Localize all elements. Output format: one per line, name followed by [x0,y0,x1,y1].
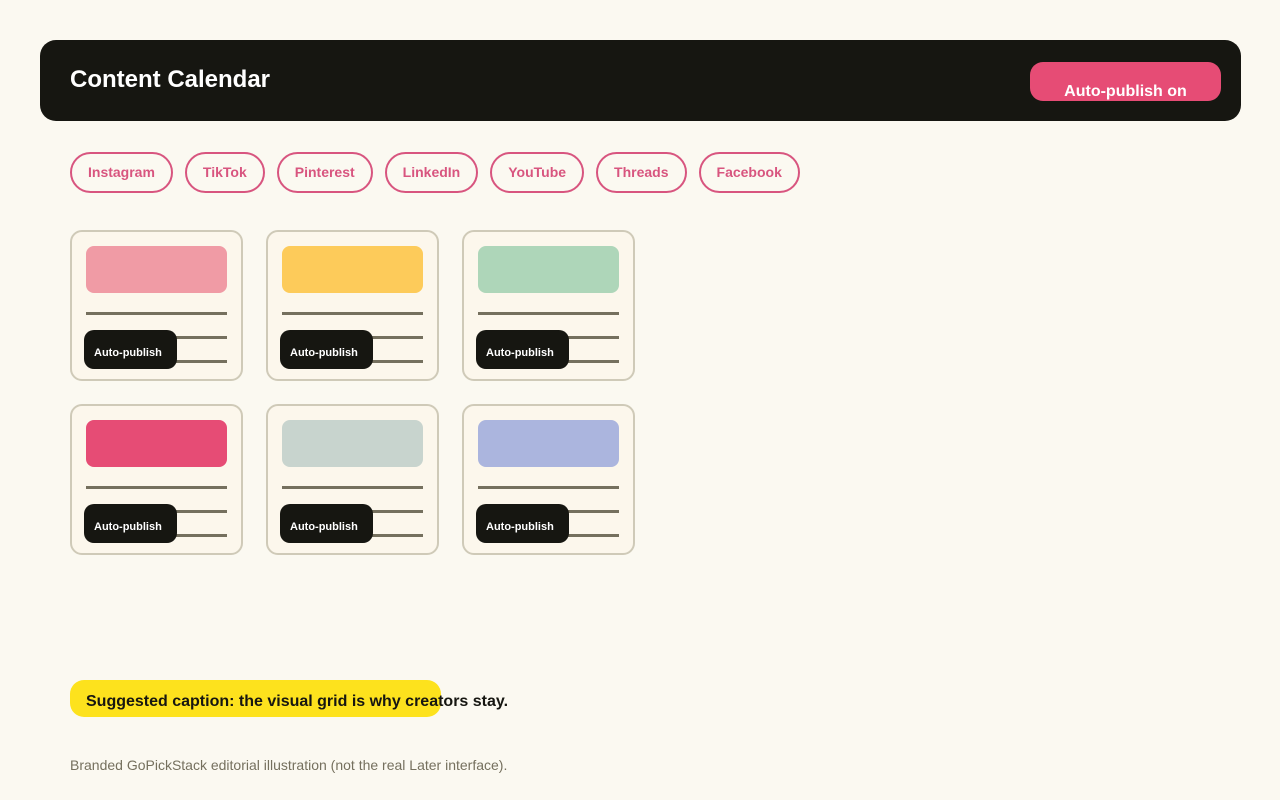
platform-chip-threads[interactable]: Threads [596,152,687,193]
auto-publish-badge: Auto-publish [84,330,177,369]
post-card[interactable]: Auto-publish [266,230,439,381]
page-title: Content Calendar [70,66,271,93]
post-thumbnail [86,246,227,293]
text-line-placeholder [86,486,227,489]
text-line-placeholder [282,486,423,489]
post-thumbnail [86,420,227,467]
platform-chip-facebook[interactable]: Facebook [698,152,800,193]
auto-publish-badge: Auto-publish [280,504,373,543]
text-line-placeholder [478,312,619,315]
auto-publish-badge: Auto-publish [476,330,569,369]
post-thumbnail [478,246,619,293]
auto-publish-badge: Auto-publish [84,504,177,543]
post-thumbnail [282,246,423,293]
auto-publish-toggle-button[interactable]: Auto-publish on [1030,62,1221,101]
post-card[interactable]: Auto-publish [462,404,635,555]
header-bar: Content Calendar Auto-publish on [40,40,1241,121]
post-card[interactable]: Auto-publish [70,404,243,555]
text-line-placeholder [282,312,423,315]
platform-chip-tiktok[interactable]: TikTok [184,152,265,193]
footnote: Branded GoPickStack editorial illustrati… [70,757,508,773]
platform-chip-linkedin[interactable]: LinkedIn [384,152,479,193]
post-grid: Auto-publish Auto-publish Auto-publish A… [70,230,635,555]
post-thumbnail [282,420,423,467]
post-card[interactable]: Auto-publish [266,404,439,555]
text-line-placeholder [478,486,619,489]
post-card[interactable]: Auto-publish [462,230,635,381]
post-thumbnail [478,420,619,467]
auto-publish-badge: Auto-publish [476,504,569,543]
platform-chip-pinterest[interactable]: Pinterest [276,152,373,193]
caption-text: Suggested caption: the visual grid is wh… [86,693,509,710]
text-line-placeholder [86,312,227,315]
auto-publish-badge: Auto-publish [280,330,373,369]
platform-chip-youtube[interactable]: YouTube [490,152,585,193]
platform-filter-bar: Instagram TikTok Pinterest LinkedIn YouT… [70,152,800,193]
post-card[interactable]: Auto-publish [70,230,243,381]
platform-chip-instagram[interactable]: Instagram [70,152,173,193]
